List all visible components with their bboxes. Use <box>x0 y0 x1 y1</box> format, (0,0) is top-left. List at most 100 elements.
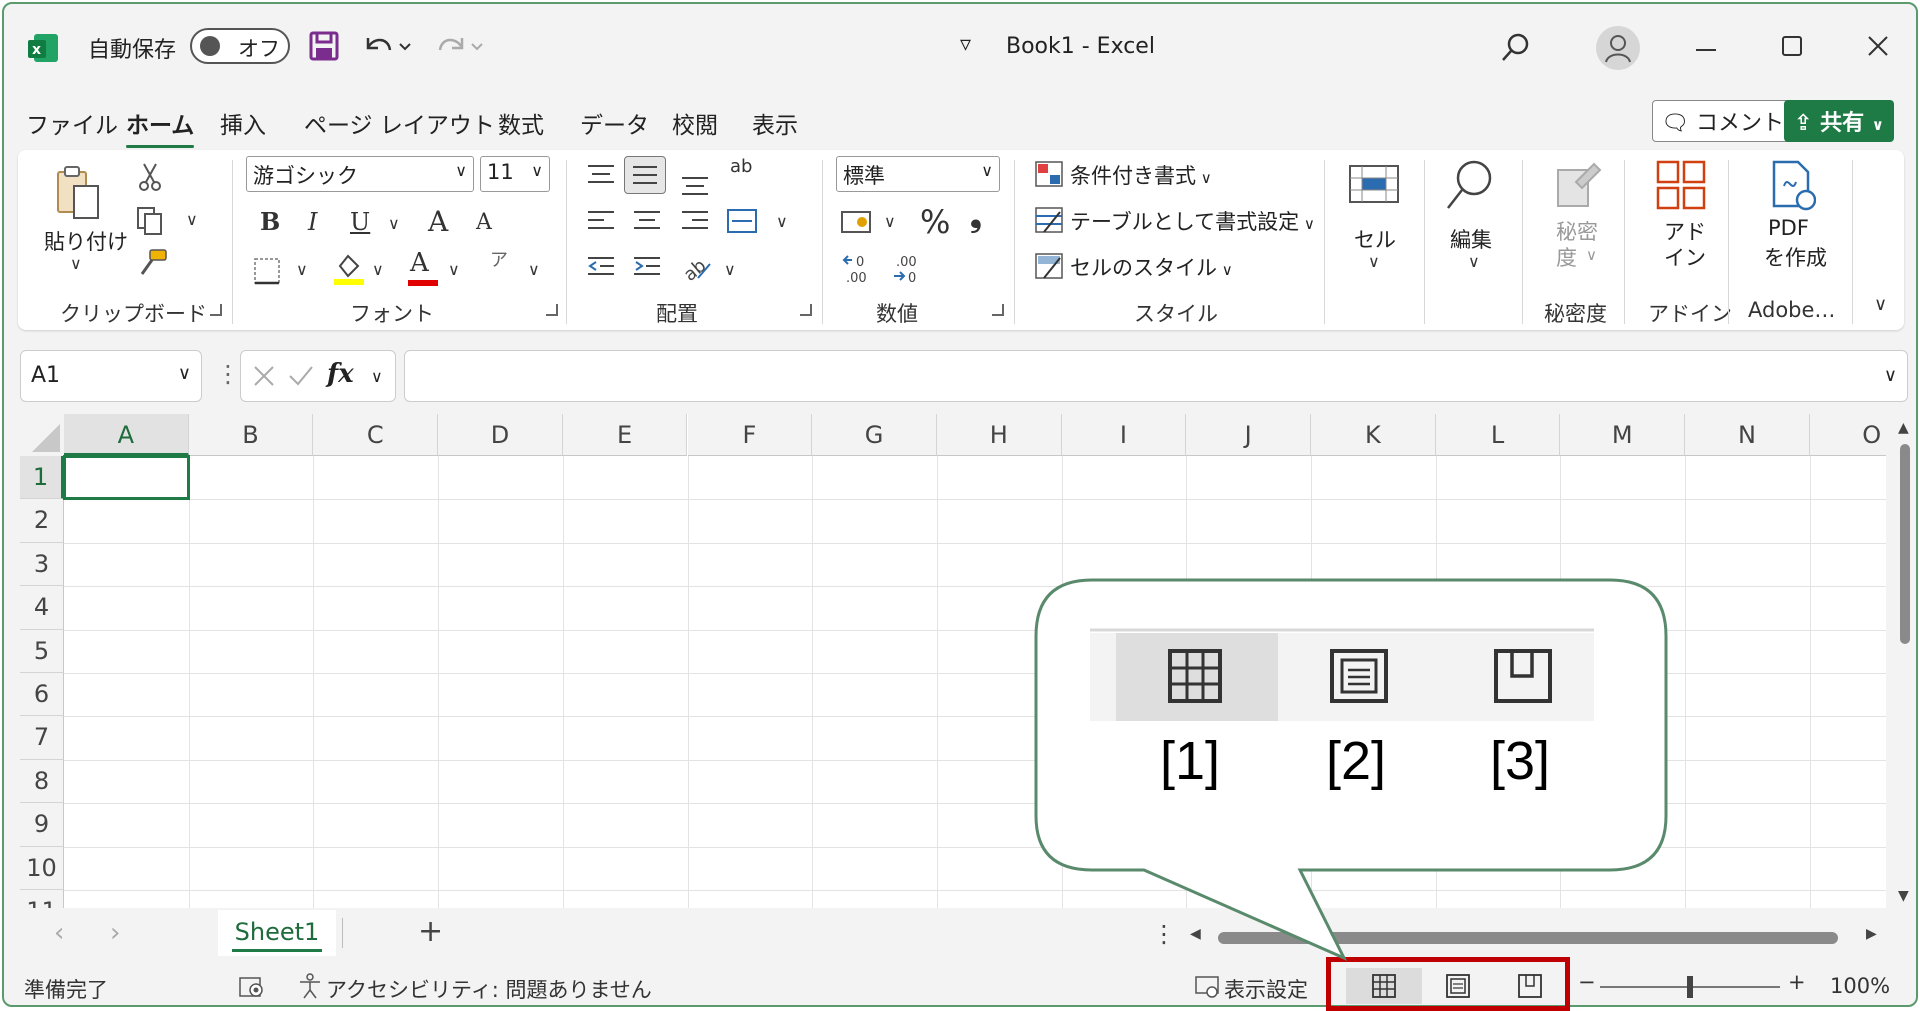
decrease-decimal-icon[interactable]: .00 0 <box>890 252 926 286</box>
close-icon[interactable] <box>1866 34 1890 58</box>
furigana-chevron-icon[interactable]: ∨ <box>528 262 540 278</box>
comma-button[interactable]: ❟ <box>970 202 982 232</box>
format-painter-icon[interactable] <box>136 248 168 278</box>
clipboard-launcher-icon[interactable] <box>210 304 222 316</box>
column-header-h[interactable]: H <box>936 414 1062 456</box>
italic-button[interactable]: I <box>308 210 317 234</box>
row-header-5[interactable]: 5 <box>20 629 64 673</box>
cells-label[interactable]: セル <box>1354 224 1396 254</box>
column-header-a[interactable]: A <box>64 414 189 456</box>
cell-styles-icon[interactable] <box>1034 252 1064 280</box>
tab-view[interactable]: 表示 <box>752 106 798 140</box>
maximize-icon[interactable] <box>1780 34 1804 58</box>
addins-label-2[interactable]: イン <box>1664 242 1706 272</box>
column-header-k[interactable]: K <box>1311 414 1436 456</box>
name-box[interactable]: A1 ∨ <box>20 350 202 402</box>
share-button[interactable]: ⇪ 共有 ∨ <box>1784 100 1894 142</box>
percent-button[interactable]: % <box>920 206 950 238</box>
tab-file[interactable]: ファイル <box>26 106 118 140</box>
tab-home[interactable]: ホーム <box>126 106 195 148</box>
format-as-table-button[interactable]: テーブルとして書式設定 ∨ <box>1070 206 1315 236</box>
comment-button[interactable]: 🗨 コメント <box>1652 100 1793 142</box>
column-header-b[interactable]: B <box>188 414 314 456</box>
orientation-chevron-icon[interactable]: ∨ <box>724 262 736 278</box>
zoom-level[interactable]: 100% <box>1830 974 1890 998</box>
create-pdf-icon[interactable] <box>1770 160 1816 212</box>
cells-icon[interactable] <box>1348 158 1400 210</box>
zoom-out-button[interactable]: − <box>1578 970 1596 994</box>
vertical-scrollbar[interactable]: ▲ ▼ <box>1894 414 1914 908</box>
active-cell-a1[interactable] <box>63 455 190 501</box>
collapse-ribbon-icon[interactable]: ∨ <box>1874 296 1887 314</box>
row-header-2[interactable]: 2 <box>20 499 64 543</box>
more-sheets-icon[interactable]: ⋮ <box>1152 920 1176 948</box>
formula-input[interactable]: ∨ <box>404 350 1908 402</box>
zoom-slider-thumb[interactable] <box>1687 976 1693 998</box>
column-header-f[interactable]: F <box>687 414 813 456</box>
number-launcher-icon[interactable] <box>992 304 1004 316</box>
column-header-g[interactable]: G <box>812 414 937 456</box>
wrap-text-icon[interactable]: ab <box>730 158 752 176</box>
expand-formula-icon[interactable]: ∨ <box>1884 365 1897 386</box>
bold-button[interactable]: B <box>260 210 280 234</box>
cell-styles-button[interactable]: セルのスタイル ∨ <box>1070 252 1233 282</box>
avatar[interactable] <box>1596 26 1640 70</box>
tab-page-layout[interactable]: ページ レイアウト <box>304 106 495 140</box>
alignment-launcher-icon[interactable] <box>800 304 812 316</box>
column-header-o[interactable]: O <box>1809 414 1886 456</box>
format-as-table-icon[interactable] <box>1034 206 1064 234</box>
paste-icon[interactable] <box>54 164 102 222</box>
conditional-format-button[interactable]: 条件付き書式 ∨ <box>1070 160 1212 190</box>
status-display-settings[interactable]: 表示設定 <box>1224 974 1308 1004</box>
column-header-c[interactable]: C <box>313 414 439 456</box>
autosave-toggle[interactable]: オフ <box>190 28 290 64</box>
editing-chevron-icon[interactable]: ∨ <box>1468 254 1480 270</box>
fill-color-icon[interactable] <box>332 250 366 286</box>
borders-icon[interactable] <box>252 256 282 286</box>
minimize-icon[interactable] <box>1694 38 1718 62</box>
zoom-in-button[interactable]: + <box>1788 970 1806 994</box>
column-header-j[interactable]: J <box>1186 414 1311 456</box>
addins-icon[interactable] <box>1656 160 1706 212</box>
undo-icon[interactable] <box>360 30 416 62</box>
font-color-chevron-icon[interactable]: ∨ <box>448 262 460 278</box>
save-icon[interactable] <box>308 30 340 62</box>
macro-record-icon[interactable] <box>238 974 266 1000</box>
row-header-1[interactable]: 1 <box>20 456 64 500</box>
paste-label[interactable]: 貼り付け <box>44 226 128 256</box>
more-options-icon[interactable]: ⋮ <box>216 360 240 388</box>
merge-center-icon[interactable] <box>726 206 758 236</box>
cut-icon[interactable] <box>136 162 164 192</box>
row-header-6[interactable]: 6 <box>20 673 64 717</box>
create-pdf-label-2[interactable]: を作成 <box>1764 242 1827 272</box>
column-header-m[interactable]: M <box>1560 414 1686 456</box>
align-middle-button[interactable] <box>624 156 666 194</box>
accounting-chevron-icon[interactable]: ∨ <box>884 214 896 230</box>
add-sheet-button[interactable]: + <box>418 914 443 949</box>
column-header-d[interactable]: D <box>438 414 563 456</box>
accessibility-icon[interactable] <box>296 972 324 1000</box>
row-header-8[interactable]: 8 <box>20 759 64 804</box>
tab-review[interactable]: 校閲 <box>672 106 718 140</box>
column-header-i[interactable]: I <box>1061 414 1187 456</box>
status-accessibility[interactable]: アクセシビリティ: 問題ありません <box>326 974 652 1004</box>
worksheet-grid[interactable]: ABCDEFGHIJKLMNO 1234567891011 <box>20 414 1886 908</box>
font-launcher-icon[interactable] <box>546 304 558 316</box>
row-header-10[interactable]: 10 <box>20 846 64 890</box>
row-header-9[interactable]: 9 <box>20 803 64 847</box>
merge-chevron-icon[interactable]: ∨ <box>776 214 788 230</box>
display-settings-icon[interactable] <box>1194 974 1222 1000</box>
vertical-scroll-thumb[interactable] <box>1900 444 1910 644</box>
column-header-l[interactable]: L <box>1435 414 1561 456</box>
font-size-combo[interactable]: 11 ∨ <box>480 156 550 192</box>
title-dropdown-icon[interactable]: ▿ <box>960 32 971 57</box>
tab-data[interactable]: データ <box>580 106 649 140</box>
tab-insert[interactable]: 挿入 <box>220 106 266 140</box>
row-header-3[interactable]: 3 <box>20 542 64 587</box>
row-header-11[interactable]: 11 <box>20 890 64 908</box>
copy-icon[interactable] <box>136 206 166 236</box>
align-right-icon[interactable] <box>680 208 710 236</box>
shrink-font-button[interactable]: A <box>476 212 492 234</box>
align-top-icon[interactable] <box>586 162 616 188</box>
find-icon[interactable] <box>1442 158 1498 214</box>
